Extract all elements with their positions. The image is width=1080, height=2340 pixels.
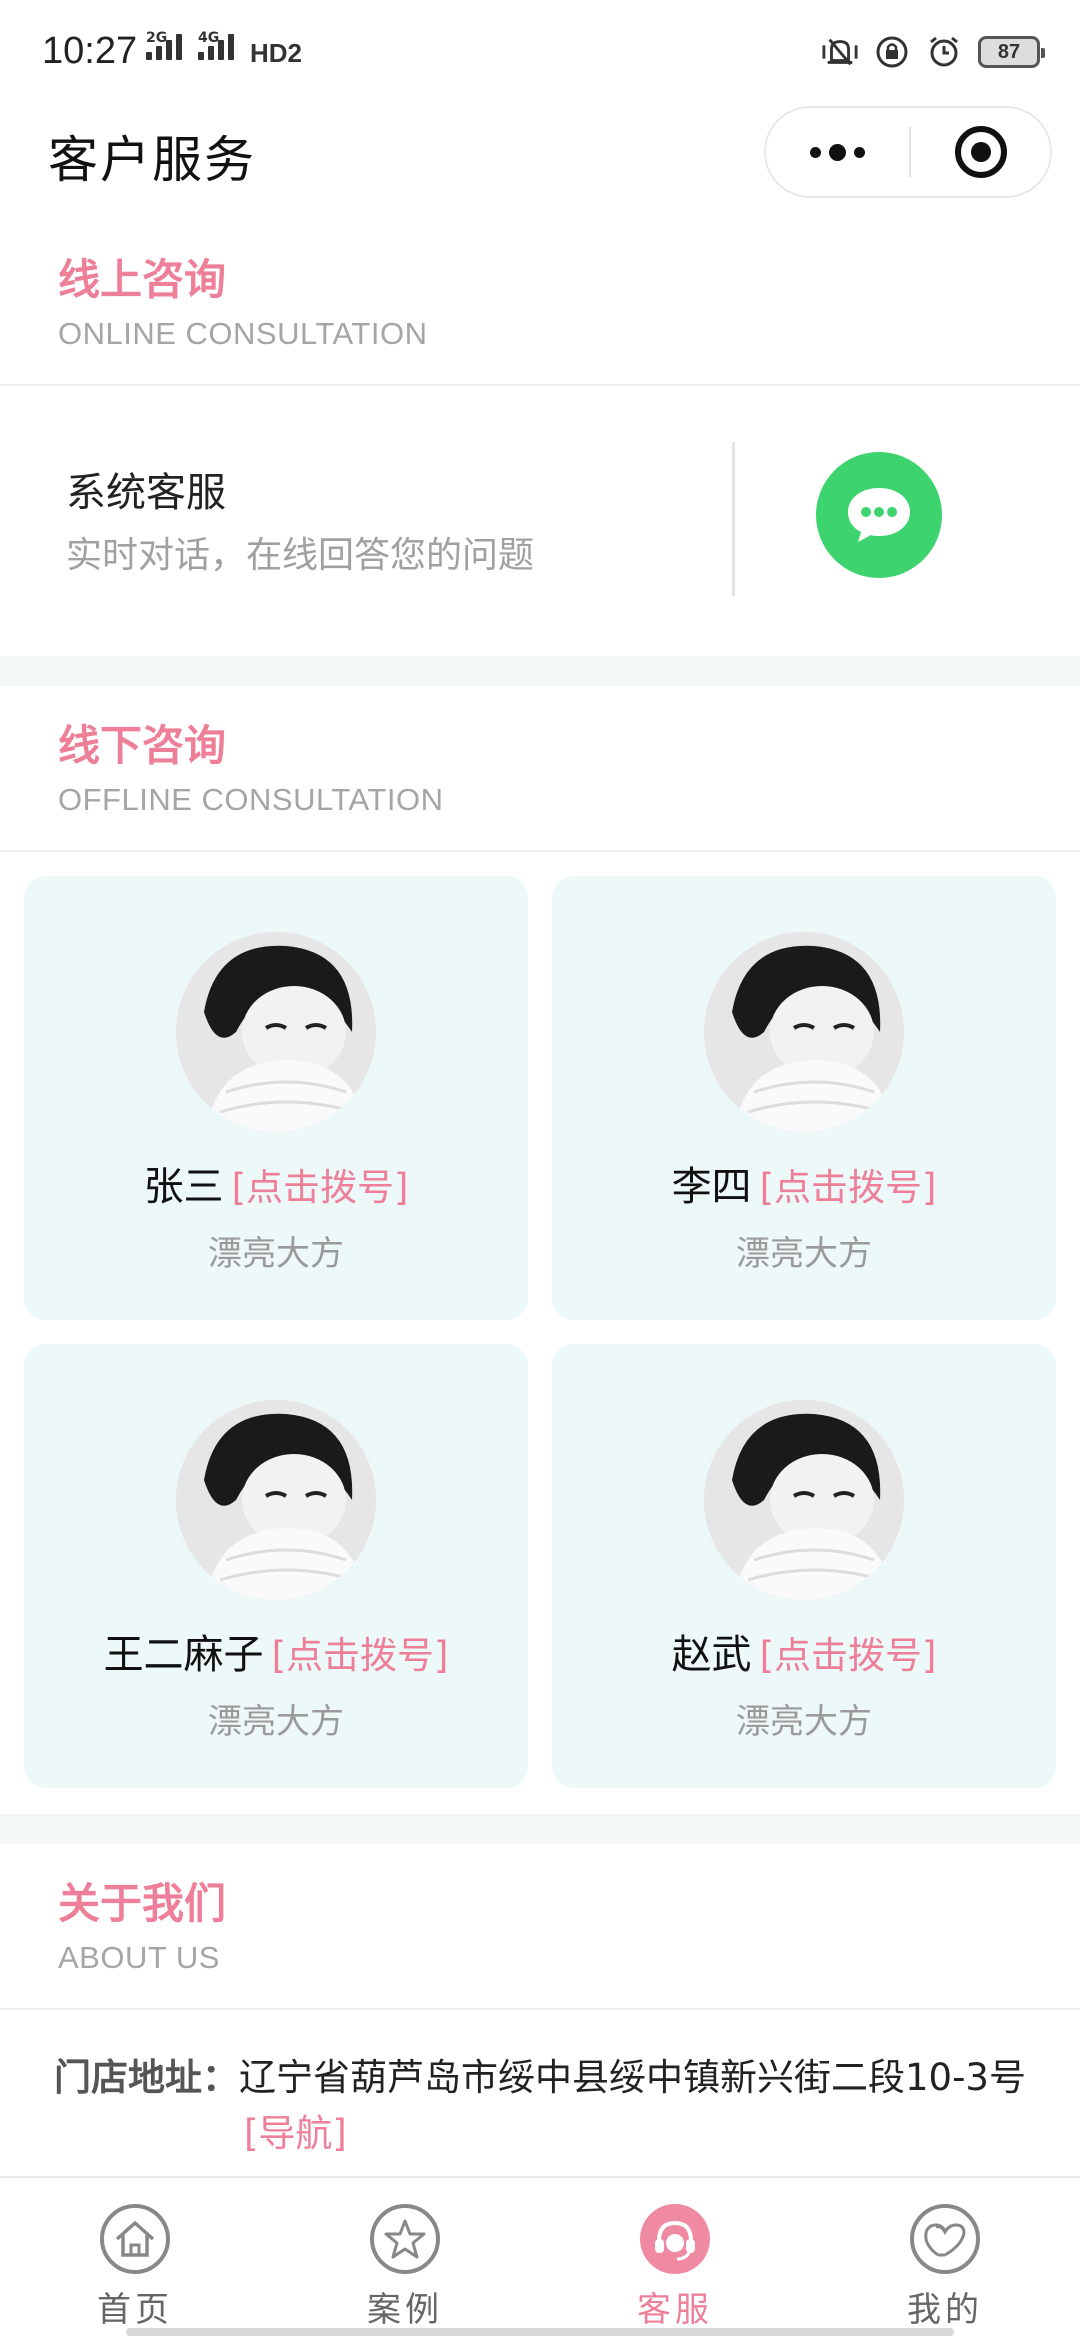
online-title: 线上咨询: [58, 255, 227, 304]
lock-rotation-icon: [874, 34, 910, 70]
status-time: 10:27: [42, 30, 138, 72]
dial-link[interactable]: [点击拨号]: [760, 1166, 937, 1209]
contact-card[interactable]: 王二麻子 [点击拨号] 漂亮大方: [24, 1344, 528, 1788]
contact-card[interactable]: 赵武 [点击拨号] 漂亮大方: [552, 1344, 1056, 1788]
about-section-header: 关于我们 ABOUT US: [0, 1844, 1080, 2010]
store-address: 门店地址：辽宁省葫芦岛市绥中县绥中镇新兴街二段10-3号 [导航]: [54, 2050, 1054, 2162]
more-icon: [810, 146, 821, 158]
contact-desc: 漂亮大方: [736, 1234, 872, 1274]
more-button[interactable]: [766, 108, 909, 196]
address-label: 门店地址：: [54, 2056, 239, 2099]
chat-button[interactable]: [816, 452, 942, 578]
signal-icon-2: 4G: [198, 30, 234, 60]
navigation-link[interactable]: [导航]: [244, 2112, 347, 2155]
tab-label: 首页: [97, 2290, 173, 2330]
tab-mine[interactable]: 我的: [810, 2178, 1080, 2340]
service-name: 系统客服: [66, 470, 226, 516]
home-icon: [100, 2204, 170, 2274]
tab-label: 客服: [637, 2290, 713, 2330]
tab-cases[interactable]: 案例: [270, 2178, 540, 2340]
battery-icon: 87: [978, 36, 1045, 68]
about-subtitle: ABOUT US: [58, 1940, 220, 1975]
close-button[interactable]: [911, 108, 1050, 196]
online-subtitle: ONLINE CONSULTATION: [58, 316, 428, 351]
status-icons: 87: [822, 34, 1045, 70]
mini-program-capsule: [764, 106, 1052, 198]
home-indicator: [126, 2328, 954, 2336]
status-bar: 10:27 2G 4G HD2 87: [0, 0, 1080, 100]
nav-bar: 客户服务: [0, 100, 1080, 220]
tab-label: 案例: [367, 2290, 443, 2330]
signal-icon-1: 2G: [146, 30, 182, 60]
avatar: [176, 932, 376, 1132]
alarm-icon: [926, 34, 962, 70]
tab-label: 我的: [907, 2290, 983, 2330]
contact-card[interactable]: 李四 [点击拨号] 漂亮大方: [552, 876, 1056, 1320]
dial-link[interactable]: [点击拨号]: [760, 1634, 937, 1677]
contact-name: 赵武: [671, 1632, 752, 1678]
customer-service-icon: [640, 2204, 710, 2274]
page-title: 客户服务: [48, 131, 256, 189]
contact-card[interactable]: 张三 [点击拨号] 漂亮大方: [24, 876, 528, 1320]
dial-link[interactable]: [点击拨号]: [272, 1634, 449, 1677]
tab-bar: 首页 案例 客服 我的: [0, 2176, 1080, 2340]
about-title: 关于我们: [58, 1879, 227, 1928]
contact-desc: 漂亮大方: [208, 1702, 344, 1742]
offline-section-header: 线下咨询 OFFLINE CONSULTATION: [0, 686, 1080, 852]
service-desc: 实时对话，在线回答您的问题: [66, 535, 535, 576]
contact-name: 李四: [671, 1164, 752, 1210]
heart-icon: [910, 2204, 980, 2274]
contact-desc: 漂亮大方: [736, 1702, 872, 1742]
avatar: [176, 1400, 376, 1600]
divider: [732, 442, 735, 596]
tab-service[interactable]: 客服: [540, 2178, 810, 2340]
star-icon: [370, 2204, 440, 2274]
tab-home[interactable]: 首页: [0, 2178, 270, 2340]
avatar: [704, 932, 904, 1132]
vibrate-icon: [822, 34, 858, 70]
chat-bubble-icon: [848, 488, 910, 542]
contact-name: 王二麻子: [103, 1632, 264, 1678]
contact-name: 张三: [143, 1164, 224, 1210]
hd-badge: HD2: [250, 38, 303, 68]
contact-desc: 漂亮大方: [208, 1234, 344, 1274]
offline-subtitle: OFFLINE CONSULTATION: [58, 782, 444, 817]
dial-link[interactable]: [点击拨号]: [232, 1166, 409, 1209]
address-text: 辽宁省葫芦岛市绥中县绥中镇新兴街二段10-3号: [239, 2056, 1026, 2099]
online-service-card[interactable]: 系统客服 实时对话，在线回答您的问题: [0, 388, 1080, 656]
target-icon: [954, 126, 1007, 178]
avatar: [704, 1400, 904, 1600]
online-section-header: 线上咨询 ONLINE CONSULTATION: [0, 220, 1080, 386]
offline-title: 线下咨询: [58, 721, 227, 770]
